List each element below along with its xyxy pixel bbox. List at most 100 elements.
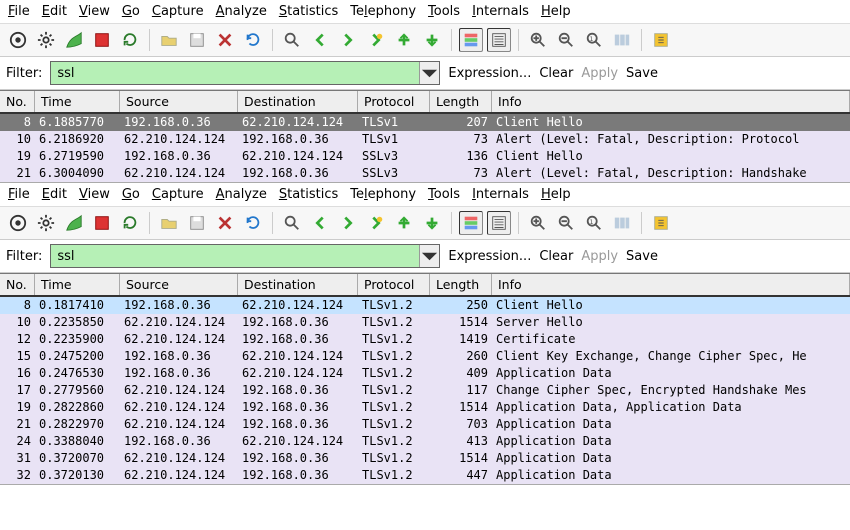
- table-row[interactable]: 160.2476530192.168.0.3662.210.124.124TLS…: [0, 365, 850, 382]
- colorize-icon[interactable]: [459, 211, 483, 235]
- expression-button[interactable]: Expression...: [448, 249, 531, 264]
- menu-edit[interactable]: Edit: [42, 4, 67, 19]
- capture-filters-icon[interactable]: [649, 28, 673, 52]
- col-time[interactable]: Time: [35, 91, 120, 112]
- find-packet-icon[interactable]: [280, 28, 304, 52]
- filter-dropdown[interactable]: [419, 62, 439, 84]
- menu-go[interactable]: Go: [122, 4, 140, 19]
- menu-tools[interactable]: Tools: [428, 187, 460, 202]
- capture-options-icon[interactable]: [34, 28, 58, 52]
- apply-button[interactable]: Apply: [581, 66, 618, 81]
- menu-telephony[interactable]: Telephony: [350, 4, 416, 19]
- go-back-icon[interactable]: [308, 28, 332, 52]
- col-destination[interactable]: Destination: [238, 91, 358, 112]
- clear-button[interactable]: Clear: [539, 66, 573, 81]
- menu-edit[interactable]: Edit: [42, 187, 67, 202]
- filter-input[interactable]: [51, 245, 419, 267]
- table-row[interactable]: 100.223585062.210.124.124192.168.0.36TLS…: [0, 314, 850, 331]
- zoom-reset-icon[interactable]: [582, 28, 606, 52]
- menu-statistics[interactable]: Statistics: [279, 187, 338, 202]
- save-file-icon[interactable]: [185, 211, 209, 235]
- close-file-icon[interactable]: [213, 28, 237, 52]
- capture-options-icon[interactable]: [34, 211, 58, 235]
- go-first-icon[interactable]: [392, 28, 416, 52]
- table-row[interactable]: 170.277956062.210.124.124192.168.0.36TLS…: [0, 382, 850, 399]
- col-source[interactable]: Source: [120, 274, 238, 295]
- menu-file[interactable]: File: [8, 4, 30, 19]
- colorize-icon[interactable]: [459, 28, 483, 52]
- menu-view[interactable]: View: [79, 4, 110, 19]
- col-protocol[interactable]: Protocol: [358, 91, 430, 112]
- open-file-icon[interactable]: [157, 211, 181, 235]
- stop-capture-icon[interactable]: [90, 211, 114, 235]
- table-row[interactable]: 120.223590062.210.124.124192.168.0.36TLS…: [0, 331, 850, 348]
- zoom-out-icon[interactable]: [554, 28, 578, 52]
- open-file-icon[interactable]: [157, 28, 181, 52]
- save-button[interactable]: Save: [626, 249, 658, 264]
- col-no[interactable]: No.: [0, 274, 35, 295]
- col-length[interactable]: Length: [430, 274, 492, 295]
- menu-internals[interactable]: Internals: [472, 187, 529, 202]
- zoom-in-icon[interactable]: [526, 28, 550, 52]
- expression-button[interactable]: Expression...: [448, 66, 531, 81]
- menu-analyze[interactable]: Analyze: [216, 4, 267, 19]
- table-row[interactable]: 86.1885770192.168.0.3662.210.124.124TLSv…: [0, 114, 850, 131]
- table-row[interactable]: 150.2475200192.168.0.3662.210.124.124TLS…: [0, 348, 850, 365]
- zoom-out-icon[interactable]: [554, 211, 578, 235]
- restart-capture-icon[interactable]: [118, 211, 142, 235]
- col-length[interactable]: Length: [430, 91, 492, 112]
- menu-analyze[interactable]: Analyze: [216, 187, 267, 202]
- go-back-icon[interactable]: [308, 211, 332, 235]
- zoom-in-icon[interactable]: [526, 211, 550, 235]
- col-destination[interactable]: Destination: [238, 274, 358, 295]
- menu-view[interactable]: View: [79, 187, 110, 202]
- menu-statistics[interactable]: Statistics: [279, 4, 338, 19]
- col-time[interactable]: Time: [35, 274, 120, 295]
- list-interfaces-icon[interactable]: [6, 28, 30, 52]
- zoom-reset-icon[interactable]: [582, 211, 606, 235]
- col-info[interactable]: Info: [492, 274, 850, 295]
- table-row[interactable]: 190.282286062.210.124.124192.168.0.36TLS…: [0, 399, 850, 416]
- reload-icon[interactable]: [241, 28, 265, 52]
- table-row[interactable]: 320.372013062.210.124.124192.168.0.36TLS…: [0, 467, 850, 484]
- go-forward-icon[interactable]: [336, 28, 360, 52]
- save-file-icon[interactable]: [185, 28, 209, 52]
- clear-button[interactable]: Clear: [539, 249, 573, 264]
- menu-capture[interactable]: Capture: [152, 187, 204, 202]
- stop-capture-icon[interactable]: [90, 28, 114, 52]
- reload-icon[interactable]: [241, 211, 265, 235]
- menu-help[interactable]: Help: [541, 4, 571, 19]
- col-no[interactable]: No.: [0, 91, 35, 112]
- table-row[interactable]: 80.1817410192.168.0.3662.210.124.124TLSv…: [0, 297, 850, 314]
- menu-telephony[interactable]: Telephony: [350, 187, 416, 202]
- menu-help[interactable]: Help: [541, 187, 571, 202]
- menu-tools[interactable]: Tools: [428, 4, 460, 19]
- capture-filters-icon[interactable]: [649, 211, 673, 235]
- restart-capture-icon[interactable]: [118, 28, 142, 52]
- apply-button[interactable]: Apply: [581, 249, 618, 264]
- table-row[interactable]: 210.282297062.210.124.124192.168.0.36TLS…: [0, 416, 850, 433]
- go-forward-icon[interactable]: [336, 211, 360, 235]
- menu-go[interactable]: Go: [122, 187, 140, 202]
- table-row[interactable]: 240.3388040192.168.0.3662.210.124.124TLS…: [0, 433, 850, 450]
- close-file-icon[interactable]: [213, 211, 237, 235]
- save-button[interactable]: Save: [626, 66, 658, 81]
- find-packet-icon[interactable]: [280, 211, 304, 235]
- col-protocol[interactable]: Protocol: [358, 274, 430, 295]
- go-to-packet-icon[interactable]: [364, 211, 388, 235]
- col-source[interactable]: Source: [120, 91, 238, 112]
- menu-internals[interactable]: Internals: [472, 4, 529, 19]
- resize-columns-icon[interactable]: [610, 211, 634, 235]
- table-row[interactable]: 106.218692062.210.124.124192.168.0.36TLS…: [0, 131, 850, 148]
- menu-file[interactable]: File: [8, 187, 30, 202]
- autoscroll-icon[interactable]: [487, 211, 511, 235]
- resize-columns-icon[interactable]: [610, 28, 634, 52]
- go-last-icon[interactable]: [420, 28, 444, 52]
- col-info[interactable]: Info: [492, 91, 850, 112]
- list-interfaces-icon[interactable]: [6, 211, 30, 235]
- filter-dropdown[interactable]: [419, 245, 439, 267]
- go-to-packet-icon[interactable]: [364, 28, 388, 52]
- start-capture-icon[interactable]: [62, 211, 86, 235]
- go-last-icon[interactable]: [420, 211, 444, 235]
- go-first-icon[interactable]: [392, 211, 416, 235]
